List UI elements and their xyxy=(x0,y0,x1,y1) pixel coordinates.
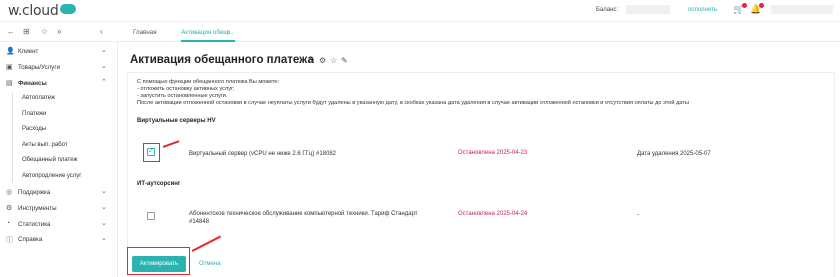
star-icon[interactable]: ☆ xyxy=(330,56,337,65)
back-icon[interactable]: ← xyxy=(7,27,15,36)
user-icon: 👤 xyxy=(6,48,15,55)
section-title: Виртуальные серверы HV xyxy=(137,118,216,124)
tabs-bar: ← ⊞ ☆ » ‹ Главная Активация обещ... ✕ xyxy=(0,22,840,42)
cart-icon[interactable]: 🛒 xyxy=(733,3,748,15)
service-name: Абонентское техническое обслуживание ком… xyxy=(189,211,418,217)
wallet-icon: ▤ xyxy=(6,80,13,87)
chevron-down-icon: ⌄ xyxy=(101,220,107,227)
balance-label: Баланс: xyxy=(596,7,619,13)
pin-icon[interactable]: ✎ xyxy=(341,56,348,65)
sidebar-subitem-autorenew[interactable]: Автопродление услуг xyxy=(22,173,82,179)
tab-close-icon[interactable]: ✕ xyxy=(226,29,231,36)
chevron-down-icon: ⌄ xyxy=(101,47,107,54)
sidebar-subitem-payments[interactable]: Платежи xyxy=(22,111,46,117)
section-title: ИТ-аутсорсинг xyxy=(137,181,181,187)
intro-line: С помощью функции обещанного платежа Вы … xyxy=(137,79,280,85)
box-icon: ▣ xyxy=(6,64,13,71)
chevrons-icon[interactable]: » xyxy=(57,27,61,36)
chevron-down-icon: ⌄ xyxy=(101,63,107,70)
sidebar-item-client[interactable]: 👤 Клиент ⌄ xyxy=(0,45,118,58)
user-menu[interactable] xyxy=(771,5,833,14)
checkbox-vps[interactable] xyxy=(147,147,155,156)
tab-home[interactable]: Главная xyxy=(133,29,157,36)
submenu-line xyxy=(12,92,13,182)
collapse-icon[interactable]: ‹ xyxy=(100,27,103,36)
sidebar-item-products[interactable]: ▣ Товары/Услуги ⌄ xyxy=(0,61,118,74)
sidebar-item-tools[interactable]: ⚙ Инструменты ⌄ xyxy=(0,202,118,215)
top-bar: w.cloud Баланс: пополнить 🛒 🔔 xyxy=(0,0,840,22)
chevron-down-icon: ⌄ xyxy=(101,235,107,242)
sidebar-subitem-expenses[interactable]: Расходы xyxy=(22,126,46,132)
activate-button[interactable]: Активировать xyxy=(132,256,186,272)
chevron-up-icon: ⌃ xyxy=(101,79,107,86)
service-status: Остановлена 2025-04-23 xyxy=(458,150,528,156)
gear-icon: ⚙ xyxy=(6,205,13,212)
chevron-down-icon: ⌄ xyxy=(101,188,107,195)
tree-icon[interactable]: ⊞ xyxy=(23,27,30,36)
sidebar: 👤 Клиент ⌄ ▣ Товары/Услуги ⌄ ▤ Финансы ⌃ Автоп… xyxy=(0,42,118,277)
chevron-down-icon: ⌄ xyxy=(101,204,107,211)
chart-icon: ◔ xyxy=(6,220,11,227)
intro-line: - отложить остановку активных услуг; xyxy=(137,86,235,92)
support-icon: ◎ xyxy=(6,189,13,196)
service-name: #14848 xyxy=(189,219,210,225)
topup-link[interactable]: пополнить xyxy=(688,7,717,13)
sidebar-subitem-acts[interactable]: Акты вып. работ xyxy=(22,142,68,148)
star-icon[interactable]: ☆ xyxy=(41,27,48,36)
cloud-logo-icon xyxy=(60,4,77,14)
service-name: Виртуальный сервер (vCPU не ниже 2.6 ГГц… xyxy=(189,151,337,157)
delete-date: Дата удаления 2025-05-07 xyxy=(637,151,711,157)
checkbox-it-outsourcing[interactable] xyxy=(147,212,155,220)
gear-icon[interactable]: ⚙ xyxy=(319,56,326,65)
sidebar-item-statistics[interactable]: ◔ Статистика ⌄ xyxy=(0,218,118,231)
logo[interactable]: w.cloud xyxy=(8,3,77,19)
sidebar-item-help[interactable]: ⓘ Справка ⌄ xyxy=(0,233,118,246)
cancel-link[interactable]: Отмена xyxy=(199,261,221,267)
help-icon: ⓘ xyxy=(6,237,13,244)
bell-icon[interactable]: 🔔 xyxy=(750,3,765,15)
intro-line: После активации отложенной остановки в с… xyxy=(137,100,689,106)
balance-value xyxy=(626,5,670,14)
intro-line: - запустить остановленные услуги. xyxy=(137,93,228,99)
page-title: Активация обещанного платежа xyxy=(130,54,314,66)
sidebar-subitem-promised-payment[interactable]: Обещанный платеж xyxy=(22,157,78,163)
sidebar-subitem-autopayment[interactable]: Автоплатеж xyxy=(22,95,55,101)
refresh-icon[interactable]: ↻ xyxy=(308,56,315,65)
service-status: Остановлена 2025-04-24 xyxy=(458,211,528,217)
main-content: Активация обещанного платежа ↻ ⚙ ☆ ✎ С п… xyxy=(118,42,840,277)
sidebar-item-support[interactable]: ◎ Поддержка ⌄ xyxy=(0,186,118,199)
delete-date: - xyxy=(637,212,639,218)
sidebar-item-finance[interactable]: ▤ Финансы ⌃ xyxy=(0,77,118,90)
